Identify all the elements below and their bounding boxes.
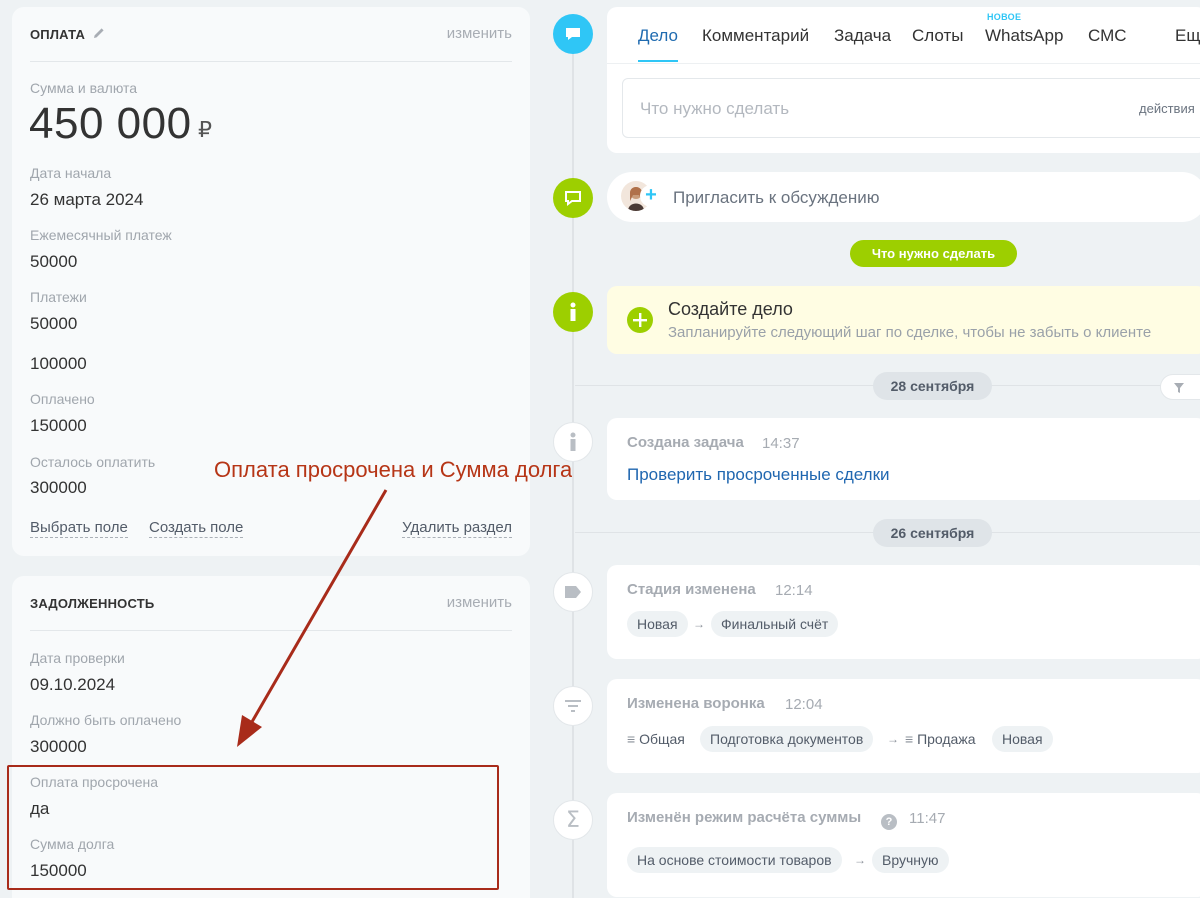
stage-to-chip: Новая [992,726,1053,752]
new-badge: НОВОЕ [987,12,1022,22]
field-value: 50000 [30,314,78,333]
tag-icon [553,572,593,612]
filter-icon [1174,383,1184,393]
todo-placeholder: Что нужно сделать [640,99,790,118]
event-time: 12:04 [785,696,823,713]
tab-task[interactable]: Задача [834,26,891,46]
active-tab-underline [638,60,678,62]
stage-from-chip: Подготовка документов [700,726,874,752]
event-sum-mode-changed: Изменён режим расчёта суммы ? 11:47 На о… [607,793,1200,897]
stage-to-chip: Финальный счёт [711,611,839,637]
tab-whatsapp[interactable]: WhatsApp [985,26,1063,46]
field-label: Дата начала [30,165,112,181]
invite-label: Пригласить к обсуждению [673,188,880,207]
actions-link[interactable]: действия [1139,101,1195,116]
field-label: Должно быть оплачено [30,712,182,728]
tab-more[interactable]: Ещё [1175,26,1200,46]
debt-section-header: ЗАДОЛЖЕННОСТЬ изменить [30,576,512,631]
field-value: 09.10.2024 [30,675,116,694]
mode-to-chip: Вручную [872,847,949,873]
activity-editor: Дело Комментарий Задача Слоты НОВОЕ What… [607,7,1200,153]
sigma-icon: Σ [553,800,593,840]
field-value: 26 марта 2024 [30,190,144,209]
filter-icon: ≡ [627,731,640,747]
filter-icon: ≡ [905,731,918,747]
create-deal-title: Создайте дело [668,299,793,319]
info-icon [553,292,593,332]
event-title: Стадия изменена [627,581,756,598]
field-label: Оплачено [30,391,95,407]
event-funnel-changed: Изменена воронка 12:04 ≡ Общая Подготовк… [607,679,1200,773]
tab-comment[interactable]: Комментарий [702,26,809,46]
delete-section-link[interactable]: Удалить раздел [402,519,512,538]
create-field-link[interactable]: Создать поле [149,519,244,538]
date-badge: 26 сентября [873,519,992,547]
stage-from-chip: Новая [627,611,688,637]
field-label: Осталось оплатить [30,454,156,470]
mode-from-chip: На основе стоимости товаров [627,847,842,873]
event-title: Изменён режим расчёта суммы [627,809,862,826]
tab-slots[interactable]: Слоты [912,26,963,46]
field-label: Сумма и валюта [30,80,138,96]
edit-link[interactable]: изменить [447,25,512,42]
create-deal-card[interactable]: Создайте дело Запланируйте следующий шаг… [607,286,1200,354]
arrow-right-icon: → [854,853,866,867]
funnel-icon [553,686,593,726]
date-badge: 28 сентября [873,372,992,400]
currency-symbol: ₽ [198,117,212,142]
filter-button[interactable] [1160,374,1200,400]
tab-delo[interactable]: Дело [638,26,678,46]
field-label: Ежемесячный платеж [30,227,172,243]
funnel-to-label: Продажа [917,731,976,747]
event-task-created: Создана задача 14:37 Проверить просрочен… [607,418,1200,500]
invite-to-discussion[interactable]: + Пригласить к обсуждению [607,172,1200,222]
payment-section-header: ОПЛАТА изменить [30,7,512,62]
create-deal-subtitle: Запланируйте следующий шаг по сделке, чт… [668,324,1152,341]
arrow-right-icon: → [693,617,705,631]
annotation-highlight-box [7,765,499,890]
funnel-from: ≡ Общая [627,726,685,752]
funnel-from-label: Общая [639,731,685,747]
section-title: ОПЛАТА [30,27,86,42]
tab-sms[interactable]: СМС [1088,26,1127,46]
edit-link[interactable]: изменить [447,594,512,611]
field-value: 300000 [30,737,87,756]
field-label: Платежи [30,289,87,305]
plus-circle-icon[interactable] [627,307,653,333]
chat-icon [553,14,593,54]
section-title: ЗАДОЛЖЕННОСТЬ [30,596,155,611]
timeline-line [572,34,574,898]
event-title: Изменена воронка [627,695,765,712]
event-time: 11:47 [909,810,946,827]
sum-value: 450 000 [29,99,192,148]
arrow-right-icon: → [887,732,899,746]
funnel-to: ≡ Продажа [905,726,976,752]
annotation-text: Оплата просрочена и Сумма долга [214,457,573,482]
field-value: 50000 [30,252,78,271]
event-time: 14:37 [762,435,800,452]
field-value: 150000 [30,416,87,435]
todo-input[interactable]: Что нужно сделать действия [622,78,1200,138]
field-value: 300000 [30,478,87,497]
event-time: 12:14 [775,582,813,599]
event-title: Создана задача [627,434,744,451]
tabs-divider [607,63,1200,64]
pencil-icon[interactable] [92,26,106,40]
comment-icon [553,178,593,218]
info-outline-icon [553,422,593,462]
select-field-link[interactable]: Выбрать поле [30,519,128,538]
task-link[interactable]: Проверить просроченные сделки [627,465,890,485]
event-stage-changed: Стадия изменена 12:14 Новая → Финальный … [607,565,1200,659]
todo-section-label: Что нужно сделать [850,240,1017,267]
field-label: Дата проверки [30,650,125,666]
help-icon[interactable]: ? [881,814,897,830]
add-participant-icon[interactable]: + [640,185,662,207]
field-value: 100000 [30,354,87,373]
